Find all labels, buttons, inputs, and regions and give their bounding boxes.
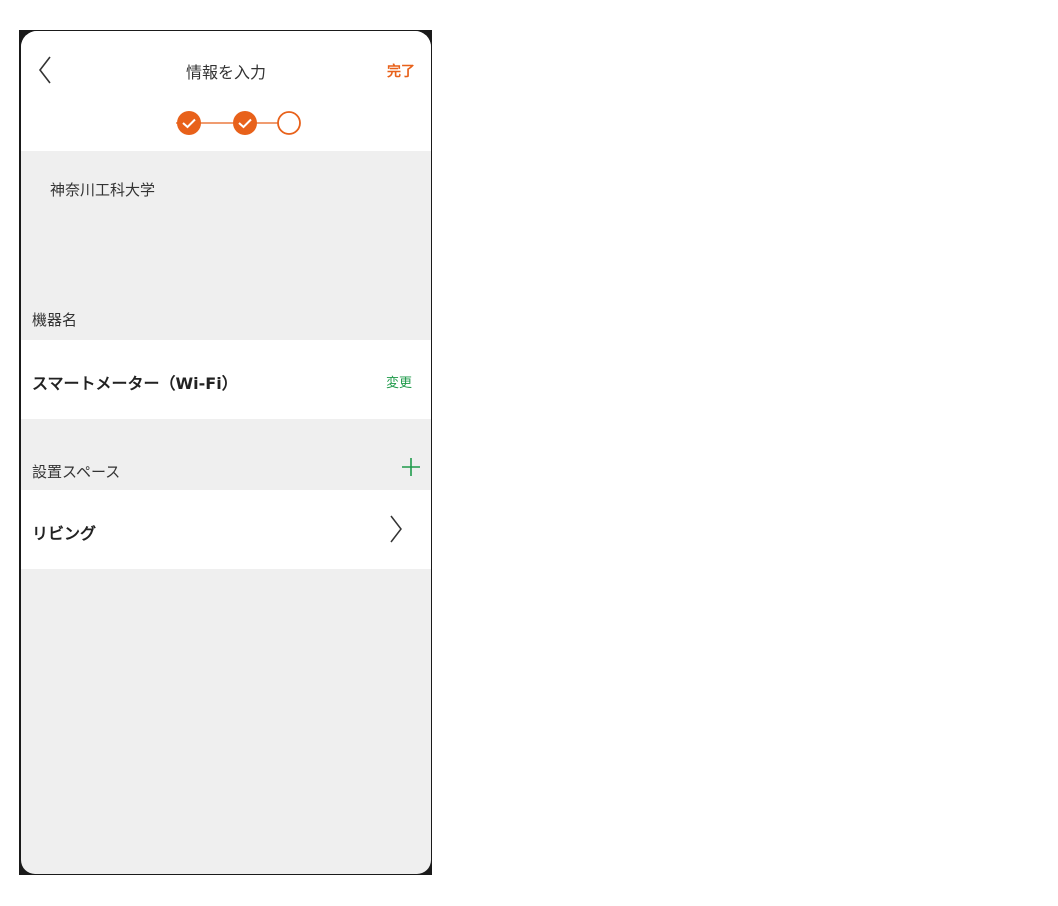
step-2-complete-icon — [233, 111, 257, 135]
chevron-right-icon — [388, 514, 404, 544]
device-name-row: スマートメーター（Wi-Fi） 変更 — [21, 340, 431, 419]
device-name: スマートメーター（Wi-Fi） — [32, 374, 238, 393]
plus-icon — [402, 458, 420, 476]
step-3-pending-icon — [277, 111, 301, 135]
app-screen: 情報を入力 完了 神奈川工科大学 機器名 スマートメーター（Wi-Fi） 変更 … — [21, 31, 431, 874]
add-space-button[interactable] — [401, 457, 421, 477]
space-section-label: 設置スペース — [32, 463, 121, 481]
phone-frame: 情報を入力 完了 神奈川工科大学 機器名 スマートメーター（Wi-Fi） 変更 … — [19, 30, 432, 875]
space-value: リビング — [32, 524, 97, 543]
location-name: 神奈川工科大学 — [50, 181, 156, 199]
step-1-complete-icon — [177, 111, 201, 135]
space-row[interactable]: リビング — [21, 490, 431, 569]
step-indicator — [151, 110, 301, 136]
device-section-label: 機器名 — [32, 311, 78, 329]
page-title: 情報を入力 — [185, 63, 266, 82]
change-device-name-button[interactable]: 変更 — [386, 372, 412, 391]
done-button[interactable]: 完了 — [387, 61, 415, 81]
header: 情報を入力 完了 — [21, 31, 431, 151]
